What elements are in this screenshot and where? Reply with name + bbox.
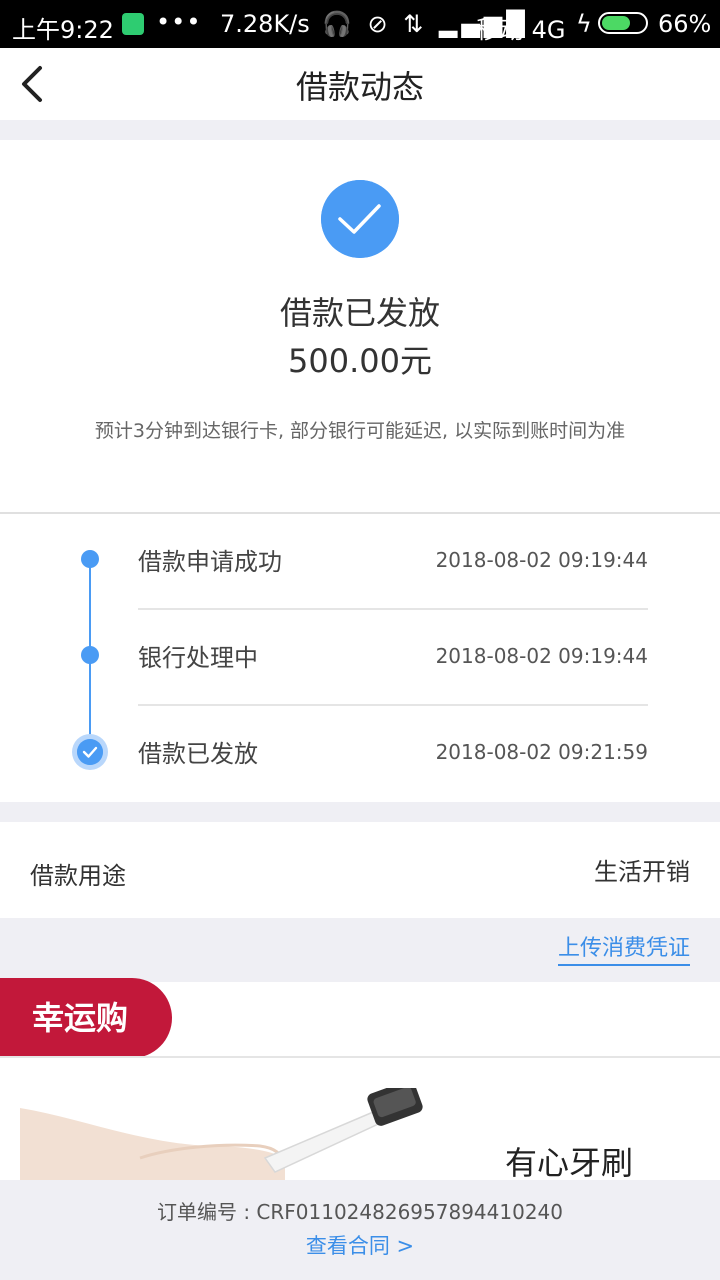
status-bar: 上午9:22 ••• 7.28K/s 🎧 ⊘ ⇅ ▂▄▆█ 移动 4G ϟ 66… [0,0,720,48]
loan-purpose-row: 借款用途 生活开销 [0,822,720,918]
success-check-icon [321,180,399,258]
timeline-step-label: 借款申请成功 [138,548,282,576]
section-gap [0,120,720,140]
page-title: 借款动态 [295,68,424,106]
loan-amount: 500.00元 [288,342,432,380]
timeline-check-icon [72,734,108,770]
product-name: 有心牙刷 [505,1144,634,1180]
loan-status-card: 借款已发放 500.00元 预计3分钟到达银行卡, 部分银行可能延迟, 以实际到… [0,140,720,512]
arrival-note: 预计3分钟到达银行卡, 部分银行可能延迟, 以实际到账时间为准 [94,420,626,442]
shield-icon [122,13,144,35]
battery-percent: 66% [658,10,712,38]
network-speed: 7.28K/s [220,10,310,38]
nav-bar: 借款动态 [0,48,720,120]
battery-fill [602,16,630,30]
lucky-buy-section: 幸运购 [0,978,720,1058]
battery-icon [598,12,648,34]
footer-bar: 订单编号 : CRF0110248269578944102​40 查看合同 > [0,1180,720,1280]
timeline-step-time: 2018-08-02 09:19:44 [435,644,648,668]
more-notifications-icon: ••• [156,8,202,36]
toothbrush-image [20,1088,423,1180]
timeline-step-label: 银行处理中 [138,644,258,672]
timeline-dot [81,646,99,664]
product-card[interactable]: 有心牙刷 [0,1058,720,1180]
carrier-label: 移动 4G [476,16,566,44]
timeline-step-time: 2018-08-02 09:21:59 [435,740,648,764]
lucky-buy-badge: 幸运购 [0,978,172,1058]
loan-purpose-label: 借款用途 [30,862,126,890]
charging-icon: ϟ [576,10,592,38]
view-contract-link[interactable]: 查看合同 > [0,1230,720,1260]
timeline-step-time: 2018-08-02 09:19:44 [435,548,648,572]
check-icon [77,739,103,765]
timeline-dot [81,550,99,568]
loan-timeline: 借款申请成功 2018-08-02 09:19:44 银行处理中 2018-08… [0,514,720,802]
upload-receipt-link[interactable]: 上传消费凭证 [557,930,690,966]
loan-status-text: 借款已发放 [279,294,440,332]
loan-purpose-value: 生活开销 [594,858,690,886]
section-gap [0,802,720,822]
timeline-separator [138,704,648,706]
upload-row: 上传消费凭证 [0,918,720,982]
order-number: 订单编号 : CRF0110248269578944102​40 [156,1200,564,1224]
timeline-step-label: 借款已发放 [138,740,258,768]
timeline-separator [138,608,648,610]
status-time: 上午9:22 [12,16,114,44]
